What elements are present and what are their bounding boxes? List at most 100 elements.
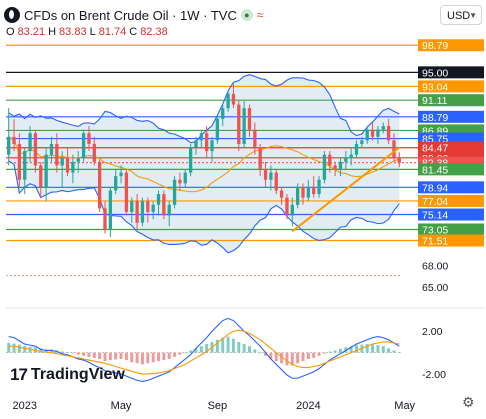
macd-histogram-bar	[285, 352, 289, 366]
macd-histogram-bar	[392, 350, 396, 353]
currency-label: USD	[447, 10, 471, 22]
macd-histogram-bar	[306, 352, 310, 360]
x-tick-label: Sep	[208, 400, 228, 412]
candle-body	[199, 133, 203, 141]
macd-histogram-bar	[189, 350, 193, 353]
high-value: 83.83	[59, 26, 87, 38]
candle-body	[360, 140, 364, 144]
candle-body	[237, 104, 241, 144]
x-tick-label: May	[394, 400, 415, 412]
macd-histogram-bar	[114, 352, 118, 360]
macd-histogram-bar	[253, 349, 257, 353]
candle-body	[349, 154, 353, 159]
macd-histogram-bar	[12, 343, 16, 353]
macd-histogram-bar	[355, 345, 358, 353]
macd-histogram-bar	[60, 351, 64, 353]
macd-histogram-bar	[173, 352, 177, 357]
candle-body	[215, 118, 220, 141]
macd-histogram-bar	[23, 346, 27, 353]
currency-selector[interactable]: USD ▼	[440, 5, 482, 25]
high-key: H	[48, 26, 57, 38]
candle-body	[76, 158, 80, 162]
price-chart[interactable]: 98.7995.0093.0491.1188.7986.8985.7584.47…	[0, 0, 486, 414]
candle-body	[140, 201, 145, 223]
candle-body	[97, 161, 102, 209]
macd-histogram-bar	[178, 352, 182, 355]
y-tick-label: 68.00	[422, 261, 448, 273]
macd-histogram-bar	[98, 352, 102, 360]
candle-body	[253, 129, 257, 148]
chart-header: CFDs on Brent Crude Oil · 1W · TVC ● ≈	[4, 4, 263, 26]
macd-histogram-bar	[371, 344, 375, 353]
gear-icon[interactable]: ⚙	[462, 394, 475, 411]
candle-body	[71, 161, 75, 173]
macd-histogram-bar	[328, 351, 332, 353]
macd-histogram-bar	[381, 346, 385, 353]
macd-y-tick-label: 2.00	[422, 326, 443, 338]
macd-histogram-bar	[66, 352, 70, 353]
price-level-label: 78.94	[422, 182, 448, 194]
compare-wave-icon[interactable]: ≈	[257, 8, 264, 22]
candle-body	[39, 165, 43, 187]
price-level-label: 81.45	[422, 164, 448, 176]
candle-body	[60, 158, 64, 166]
brand-name: TradingView	[30, 366, 125, 383]
visibility-eye-icon[interactable]: ●	[240, 9, 253, 21]
macd-histogram-bar	[199, 346, 203, 353]
candle-body	[221, 108, 225, 119]
low-value: 81.74	[98, 26, 127, 38]
macd-histogram-bar	[301, 352, 305, 362]
tradingview-mark-icon: 17	[10, 365, 28, 384]
macd-histogram-bar	[146, 352, 150, 364]
candle-body	[301, 186, 305, 198]
candle-body	[44, 154, 48, 187]
macd-histogram-bar	[87, 352, 91, 357]
candle-body	[226, 93, 230, 109]
candle-body	[114, 176, 118, 191]
candle-body	[178, 179, 182, 184]
price-level-label: 95.00	[422, 67, 448, 79]
macd-histogram-bar	[130, 352, 134, 363]
candle-body	[65, 158, 70, 173]
chart-root: 98.79 95.00 93.04 91.11 88.79 86.89 85.75 84.47…	[0, 0, 486, 414]
macd-histogram-bar	[397, 352, 401, 353]
candle-body	[49, 143, 54, 155]
candle-body	[12, 136, 16, 144]
macd-histogram-bar	[248, 346, 251, 353]
candle-body	[365, 129, 369, 141]
candle-body	[92, 143, 96, 162]
macd-histogram-bar	[76, 352, 80, 355]
macd-histogram-bar	[103, 352, 107, 362]
candle-body	[23, 151, 27, 180]
candle-body	[194, 140, 198, 148]
x-tick-label: 2024	[296, 400, 320, 412]
candle-body	[28, 133, 32, 152]
candle-body	[151, 204, 155, 212]
macd-histogram-bar	[322, 352, 326, 354]
x-tick-label: 2023	[12, 400, 36, 412]
candle-body	[279, 190, 284, 198]
candle-body	[172, 179, 177, 205]
close-key: C	[129, 26, 138, 38]
candle-body	[135, 201, 139, 223]
price-level-label: 93.04	[422, 81, 448, 93]
candle-body	[376, 129, 380, 137]
ohlc-readout: O 83.21 H 83.83 L 81.74 C 82.38	[6, 26, 168, 38]
candle-body	[306, 186, 311, 198]
candle-body	[386, 126, 391, 141]
candle-body	[17, 143, 22, 180]
tradingview-logo[interactable]: 17 TradingView	[10, 365, 125, 385]
price-level-label: 88.79	[422, 112, 448, 124]
macd-y-tick-label: -2.00	[422, 369, 446, 381]
y-tick-label: 65.00	[422, 282, 448, 294]
candle-body	[210, 140, 214, 152]
candle-body	[263, 169, 268, 180]
candle-body	[124, 172, 129, 212]
candle-body	[258, 147, 262, 169]
macd-histogram-bar	[258, 352, 262, 354]
macd-histogram-bar	[376, 345, 380, 353]
macd-histogram-bar	[124, 352, 128, 361]
chart-title[interactable]: CFDs on Brent Crude Oil · 1W · TVC	[24, 8, 237, 23]
macd-histogram-bar	[151, 352, 155, 363]
macd-histogram-bar	[226, 336, 230, 353]
